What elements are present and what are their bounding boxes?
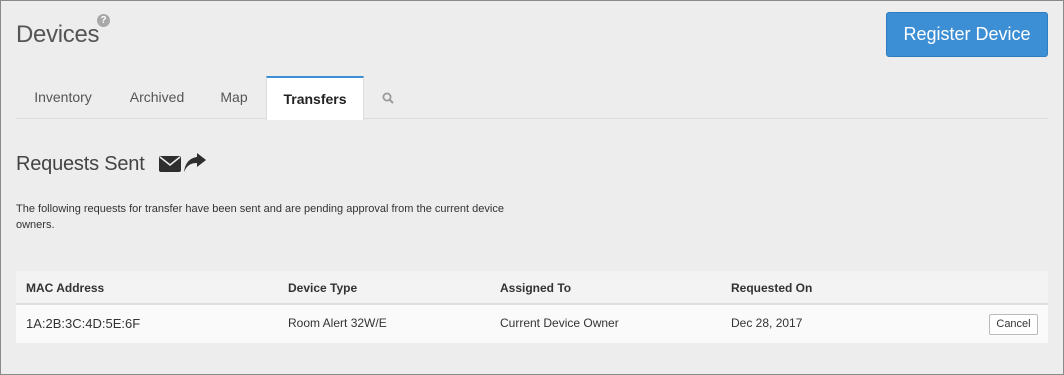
column-header-device-type: Device Type [288,281,358,295]
page-title: Devices [16,21,100,48]
column-header-assigned-to: Assigned To [500,281,572,295]
tab-bar: Inventory Archived Map Transfers [16,76,1048,120]
envelope-icon [159,156,181,172]
column-header-requested-on: Requested On [731,281,813,295]
cell-mac: 1A:2B:3C:4D:5E:6F [26,316,141,331]
page-frame: Devices ? Register Device Inventory Arch… [0,0,1064,375]
table-header: MAC Address Device Type Assigned To Requ… [16,271,1048,305]
section-title: Requests Sent [16,153,145,175]
cell-requested-on: Dec 28, 2017 [731,316,803,330]
cell-device-type: Room Alert 32W/E [288,316,387,330]
cell-assigned-to: Current Device Owner [500,316,619,330]
share-icon [184,153,206,172]
cancel-button[interactable]: Cancel [989,314,1038,335]
search-icon[interactable] [382,92,394,104]
table-row: 1A:2B:3C:4D:5E:6F Room Alert 32W/E Curre… [16,305,1048,343]
help-icon[interactable]: ? [97,14,110,27]
tab-transfers[interactable]: Transfers [266,76,364,120]
tab-inventory[interactable]: Inventory [16,76,110,119]
tab-archived[interactable]: Archived [111,76,203,119]
column-header-mac: MAC Address [26,281,105,295]
requests-table: MAC Address Device Type Assigned To Requ… [16,271,1048,343]
register-device-button[interactable]: Register Device [886,12,1048,57]
section-description: The following requests for transfer have… [16,203,504,231]
tab-map[interactable]: Map [204,76,264,119]
